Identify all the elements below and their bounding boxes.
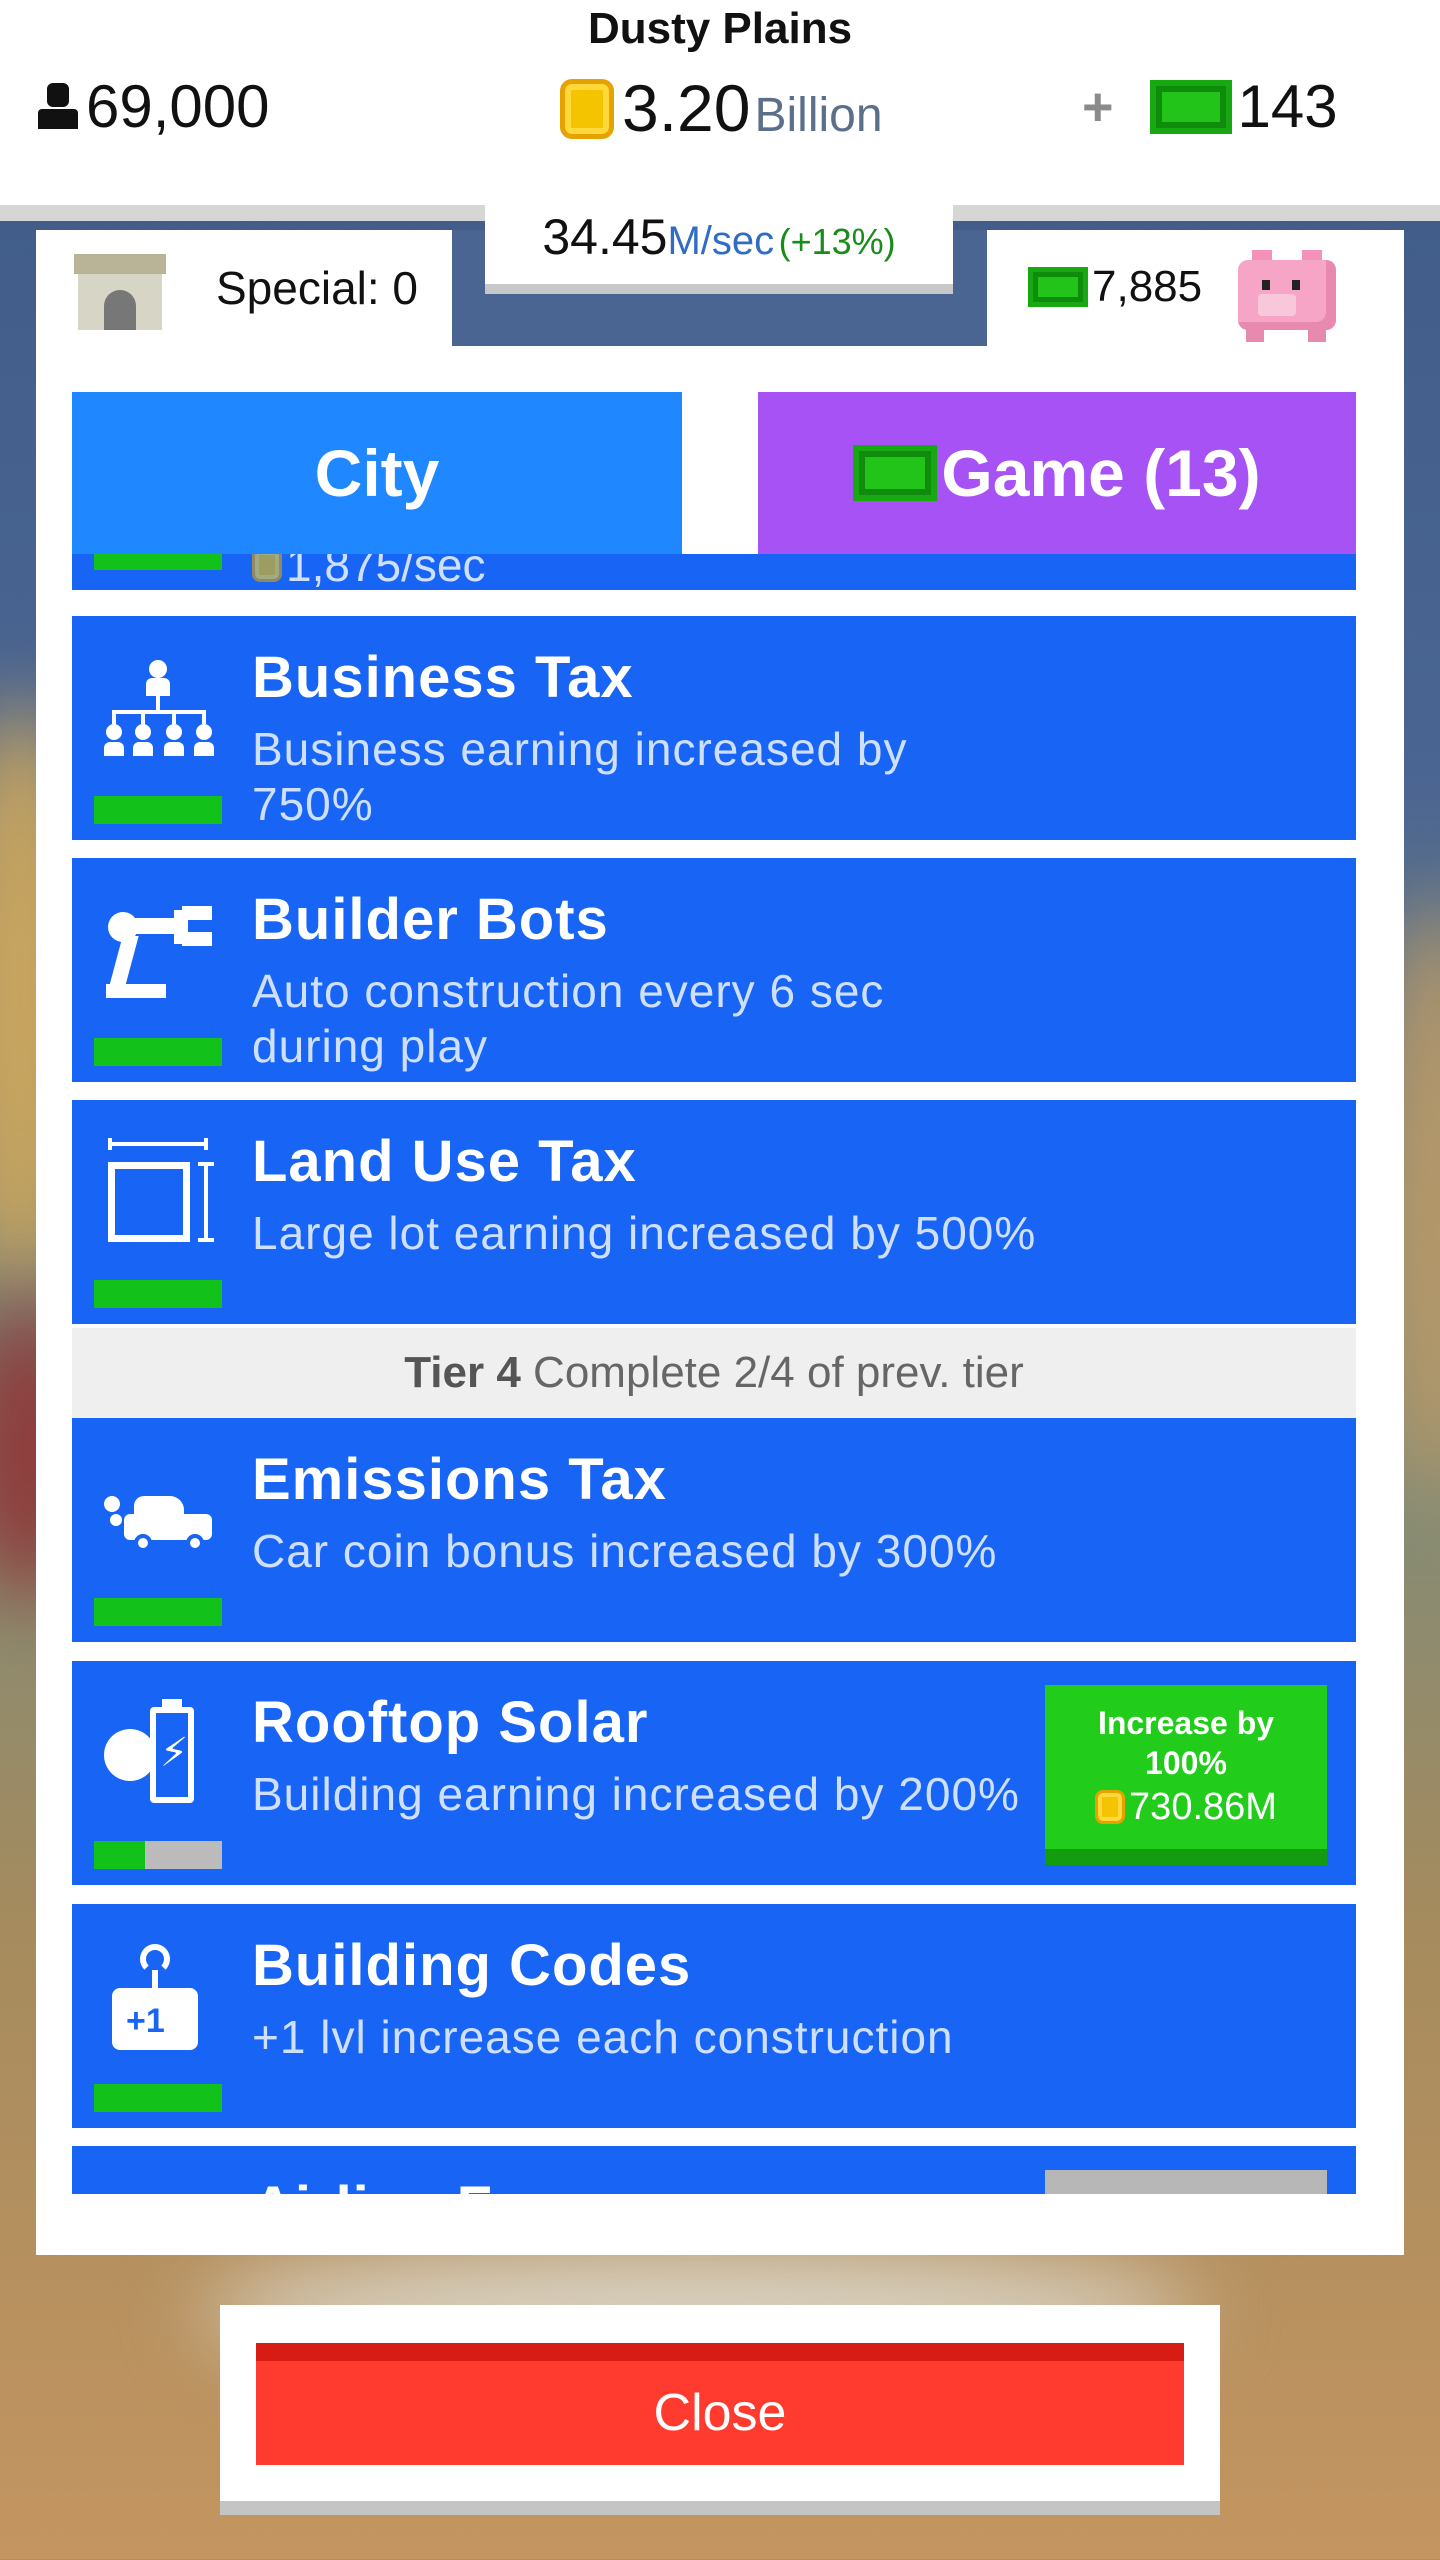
item-title: Rooftop Solar bbox=[252, 1690, 649, 1755]
increase-button-price: 730.86M bbox=[1045, 1787, 1327, 1827]
item-description-line: Car coin bonus increased by 300% bbox=[252, 1525, 998, 1577]
tier-label: Tier 4 bbox=[404, 1348, 521, 1397]
item-description-line: 750% bbox=[252, 778, 374, 830]
coins-value: 3.20 bbox=[622, 71, 751, 145]
item-description: Auto construction every 6 sec during pla… bbox=[252, 964, 972, 1074]
coin-icon bbox=[252, 554, 282, 582]
airline-icon bbox=[104, 2184, 214, 2194]
gem-icon bbox=[1149, 79, 1232, 134]
gems-counter[interactable]: + 143 bbox=[1082, 72, 1338, 141]
item-title: Business Tax bbox=[252, 645, 634, 710]
income-rate-value: 34.45 bbox=[542, 209, 668, 265]
progress-bar bbox=[94, 1598, 222, 1626]
progress-bar bbox=[94, 796, 222, 824]
increase-button-label: Increase by bbox=[1097, 1705, 1275, 1741]
item-title: Airline F bbox=[252, 2174, 493, 2194]
progress-bar bbox=[94, 1038, 222, 1066]
item-title: Builder Bots bbox=[252, 887, 609, 952]
item-description: +1 lvl increase each construction bbox=[252, 2010, 1252, 2065]
solar-battery-icon: ⚡ bbox=[104, 1699, 214, 1809]
list-item-airline[interactable]: Airline F bbox=[72, 2146, 1356, 2194]
list-item-builder-bots[interactable]: Builder Bots Auto construction every 6 s… bbox=[72, 858, 1356, 1082]
special-count: Special: 0 bbox=[216, 262, 419, 314]
progress-bar bbox=[94, 554, 222, 570]
city-name: Dusty Plains bbox=[587, 4, 853, 53]
cash-icon bbox=[1028, 267, 1088, 307]
tier-header: Tier 4 Complete 2/4 of prev. tier bbox=[72, 1328, 1356, 1418]
partial-rate-text: 1,875/sec bbox=[286, 554, 486, 591]
close-button[interactable]: Close bbox=[256, 2343, 1184, 2465]
cash-value: 7,885 bbox=[1092, 262, 1203, 311]
list-item-rooftop-solar[interactable]: ⚡ Rooftop Solar Building earning increas… bbox=[72, 1661, 1356, 1885]
population-value: 69,000 bbox=[86, 73, 270, 140]
tab-city[interactable]: City bbox=[72, 392, 682, 554]
increase-button-price-value: 730.86M bbox=[1129, 1786, 1277, 1828]
crane-box-icon-label: +1 bbox=[126, 2002, 165, 2040]
coin-icon bbox=[1095, 1790, 1126, 1824]
item-title: Building Codes bbox=[252, 1933, 692, 1998]
tier-requirement: Complete 2/4 of prev. tier bbox=[533, 1348, 1024, 1397]
increase-button-amount: 100% bbox=[1145, 1745, 1227, 1781]
list-item-partial[interactable]: 1,875/sec bbox=[72, 554, 1356, 592]
income-rate: 34.45M/sec (+13%) bbox=[485, 198, 953, 294]
item-description-line: Building earning increased by 200% bbox=[252, 1768, 1020, 1820]
population-counter: 69,000 bbox=[36, 72, 270, 141]
upgrade-list[interactable]: 1,875/sec Business Tax Business earning … bbox=[72, 554, 1356, 2194]
org-chart-icon bbox=[104, 654, 214, 764]
progress-bar bbox=[94, 1841, 222, 1869]
partial-rate: 1,875/sec bbox=[252, 554, 485, 592]
gems-value: 143 bbox=[1237, 73, 1338, 140]
income-rate-unit: M/sec bbox=[667, 219, 775, 263]
progress-bar bbox=[94, 1280, 222, 1308]
coin-icon bbox=[560, 79, 614, 139]
coins-unit: Billion bbox=[754, 89, 883, 142]
top-status-bar: Dusty Plains 69,000 3.20 Billion + 143 bbox=[0, 0, 1440, 205]
item-description-line: +1 lvl increase each construction bbox=[252, 2011, 954, 2063]
tab-game-label: Game (13) bbox=[941, 436, 1261, 510]
special-buildings: Special: 0 bbox=[36, 230, 452, 346]
income-rate-bonus: (+13%) bbox=[778, 221, 896, 262]
progress-bar bbox=[94, 2084, 222, 2112]
increase-upgrade-button[interactable]: Increase by 100% 730.86M bbox=[1045, 1685, 1327, 1865]
item-description: Building earning increased by 200% bbox=[252, 1767, 1052, 1822]
gem-icon bbox=[853, 445, 938, 501]
arch-building-icon bbox=[74, 242, 166, 334]
robot-arm-icon bbox=[104, 896, 214, 1006]
crane-box-icon: +1 bbox=[104, 1942, 214, 2052]
piggy-bank-icon[interactable] bbox=[1232, 244, 1342, 344]
land-area-icon bbox=[104, 1138, 214, 1248]
list-item-business-tax[interactable]: Business Tax Business earning increased … bbox=[72, 616, 1356, 840]
add-gems-button[interactable]: + bbox=[1082, 76, 1114, 138]
item-description-line: Auto construction every 6 sec bbox=[252, 965, 885, 1017]
item-description-line: Business earning increased by bbox=[252, 723, 908, 775]
close-button-label: Close bbox=[653, 2384, 787, 2442]
tab-city-label: City bbox=[314, 436, 440, 510]
item-title: Land Use Tax bbox=[252, 1129, 637, 1194]
person-icon bbox=[36, 81, 80, 133]
item-description-line: Large lot earning increased by 500% bbox=[252, 1207, 1037, 1259]
item-description: Large lot earning increased by 500% bbox=[252, 1206, 1252, 1261]
list-item-emissions-tax[interactable]: Emissions Tax Car coin bonus increased b… bbox=[72, 1418, 1356, 1642]
item-description: Business earning increased by 750% bbox=[252, 722, 972, 832]
tab-game[interactable]: Game (13) bbox=[758, 392, 1356, 554]
coins-counter: 3.20 Billion bbox=[560, 70, 883, 146]
list-item-building-codes[interactable]: +1 Building Codes +1 lvl increase each c… bbox=[72, 1904, 1356, 2128]
car-exhaust-icon bbox=[104, 1456, 214, 1566]
close-button-container: Close bbox=[220, 2305, 1220, 2515]
cash-counter: 7,885 bbox=[1028, 262, 1202, 312]
list-item-land-use-tax[interactable]: Land Use Tax Large lot earning increased… bbox=[72, 1100, 1356, 1324]
locked-upgrade-button[interactable] bbox=[1045, 2170, 1327, 2194]
item-description-line: during play bbox=[252, 1020, 489, 1072]
item-description: Car coin bonus increased by 300% bbox=[252, 1524, 1252, 1579]
item-title: Emissions Tax bbox=[252, 1447, 667, 1512]
